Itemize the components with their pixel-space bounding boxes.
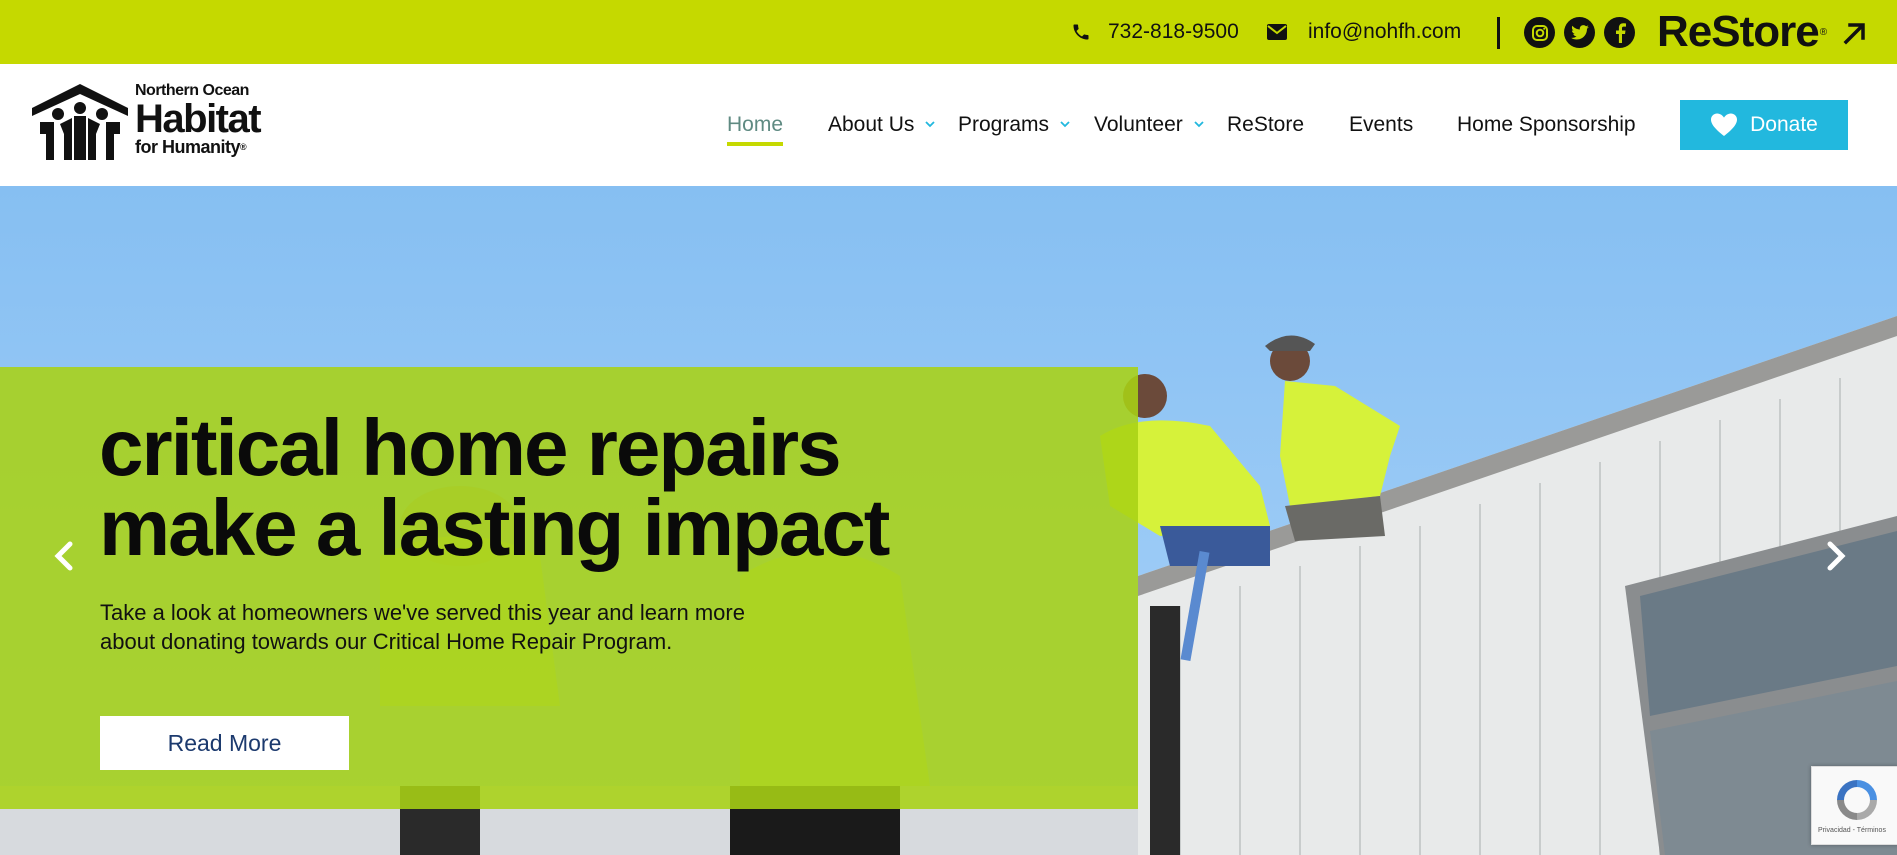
slider-prev-arrow-icon[interactable] [50, 536, 80, 576]
phone-number: 732-818-9500 [1108, 20, 1239, 43]
nav-events-label: Events [1349, 113, 1414, 136]
habitat-house-icon [32, 84, 128, 160]
nav-restore[interactable]: ReStore [1227, 64, 1304, 186]
donate-label: Donate [1750, 113, 1818, 136]
nav-home[interactable]: Home [727, 64, 784, 186]
nav-home-sponsorship[interactable]: Home Sponsorship [1457, 64, 1636, 186]
hero-title-line2: make a lasting impact [99, 483, 890, 572]
active-indicator [727, 142, 784, 146]
registered-mark: ® [240, 142, 247, 152]
nav-home-label: Home [727, 113, 784, 136]
recaptcha-badge[interactable]: Privacidad - Términos [1811, 766, 1897, 845]
external-link-arrow-icon[interactable] [1840, 18, 1870, 48]
nav-volunteer[interactable]: Volunteer [1094, 64, 1183, 186]
donate-button[interactable]: Donate [1680, 100, 1848, 150]
nav-programs-label: Programs [958, 113, 1050, 136]
logo-line3-text: for Humanity [135, 137, 241, 157]
heart-icon [1711, 113, 1738, 136]
hero-title: critical home repairs make a lasting imp… [99, 408, 999, 568]
registered-mark: ® [1819, 26, 1827, 38]
nav-home-sponsorship-label: Home Sponsorship [1457, 113, 1636, 136]
recaptcha-footer[interactable]: Privacidad - Términos [1818, 827, 1886, 834]
twitter-icon[interactable] [1564, 17, 1595, 48]
site-header: Northern Ocean Habitat for Humanity® Hom… [0, 64, 1897, 186]
nav-about-us-label: About Us [828, 113, 915, 136]
email-address: info@nohfh.com [1308, 20, 1462, 43]
facebook-icon[interactable] [1604, 17, 1635, 48]
phone-icon [1070, 21, 1092, 43]
email-link[interactable]: info@nohfh.com [1266, 0, 1461, 64]
chevron-down-icon[interactable] [1193, 118, 1205, 130]
topbar-divider [1497, 17, 1500, 49]
nav-about-us[interactable]: About Us [828, 64, 914, 186]
chevron-down-icon[interactable] [924, 118, 936, 130]
nav-events[interactable]: Events [1349, 64, 1413, 186]
instagram-icon[interactable] [1524, 17, 1555, 48]
read-more-button[interactable]: Read More [100, 716, 349, 770]
nav-volunteer-label: Volunteer [1094, 113, 1183, 136]
restore-logo[interactable]: ReStore ® [1657, 5, 1827, 59]
hero-title-line1: critical home repairs [99, 403, 842, 492]
hero-slider: critical home repairs make a lasting imp… [0, 186, 1897, 855]
envelope-icon [1266, 21, 1288, 43]
top-bar: 732-818-9500 info@nohfh.com ReStore ® [0, 0, 1897, 64]
restore-logo-text: ReStore [1657, 7, 1820, 56]
logo-line3: for Humanity® [135, 138, 295, 156]
phone-link[interactable]: 732-818-9500 [1070, 0, 1239, 64]
habitat-logo[interactable]: Northern Ocean Habitat for Humanity® [30, 82, 280, 166]
hero-description: Take a look at homeowners we've served t… [100, 600, 745, 654]
nav-restore-label: ReStore [1227, 113, 1305, 136]
logo-text: Northern Ocean Habitat for Humanity® [135, 82, 295, 156]
logo-line2: Habitat [135, 97, 262, 141]
nav-programs[interactable]: Programs [958, 64, 1049, 186]
recaptcha-icon [1837, 780, 1877, 820]
slider-next-arrow-icon[interactable] [1820, 536, 1850, 576]
chevron-down-icon[interactable] [1059, 118, 1071, 130]
